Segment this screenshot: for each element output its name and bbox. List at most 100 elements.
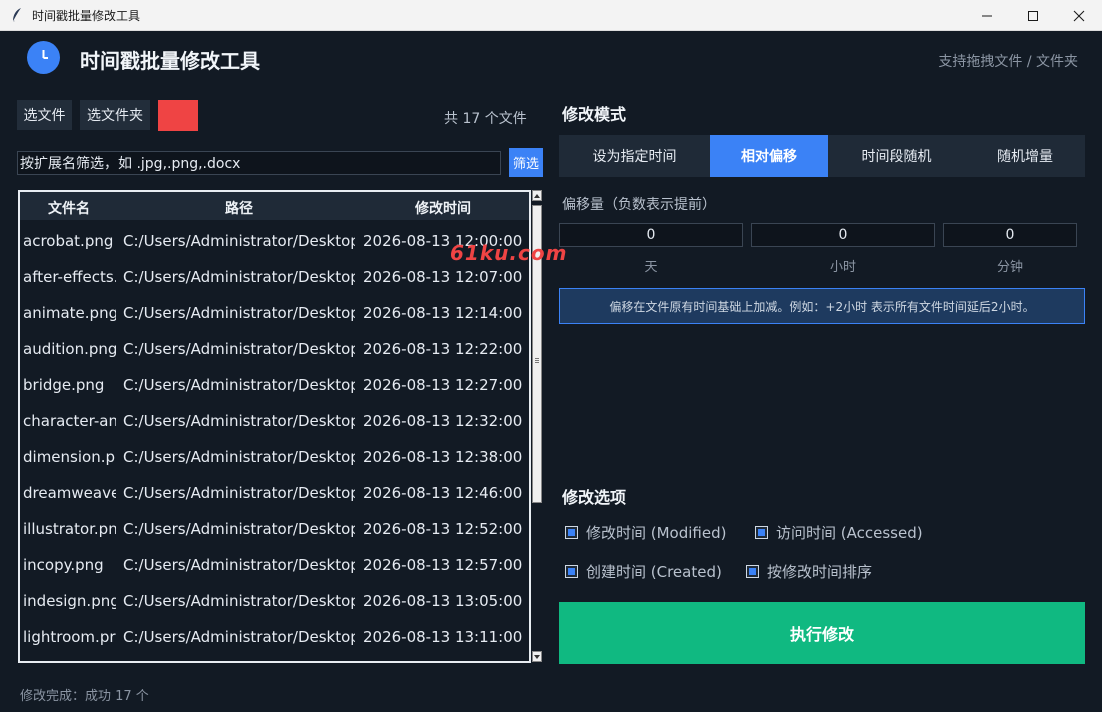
maximize-button[interactable] — [1010, 0, 1056, 31]
cell-filename: animate.png — [23, 304, 116, 322]
scroll-down-button[interactable] — [532, 651, 542, 662]
cell-filename: illustrator.pn — [23, 520, 116, 538]
table-row[interactable]: character-an C:/Users/Administrator/Desk… — [20, 402, 529, 438]
table-header: 文件名 路径 修改时间 — [20, 192, 529, 220]
file-count: 共 17 个文件 — [444, 111, 527, 127]
cell-modified: 2026-08-13 13:11:00 — [363, 628, 523, 646]
cell-filename: character-an — [23, 412, 116, 430]
clock-icon — [27, 41, 60, 74]
cell-filename: incopy.png — [23, 556, 104, 574]
app-title: 时间戳批量修改工具 — [80, 49, 260, 73]
cell-modified: 2026-08-13 12:32:00 — [363, 412, 523, 430]
modified-checkbox-label: 修改时间 (Modified) — [586, 524, 727, 542]
scroll-up-button[interactable] — [532, 190, 542, 201]
tab-set-specific-time[interactable]: 设为指定时间 — [559, 135, 710, 177]
sort-checkbox-label: 按修改时间排序 — [767, 563, 873, 581]
cell-path: C:/Users/Administrator/Desktop — [123, 340, 355, 358]
checkbox-checked-icon — [565, 565, 578, 578]
cell-modified: 2026-08-13 12:46:00 — [363, 484, 523, 502]
cell-path: C:/Users/Administrator/Desktop — [123, 268, 355, 286]
cell-modified: 2026-08-13 13:05:00 — [363, 592, 523, 610]
filter-button[interactable]: 筛选 — [509, 148, 543, 177]
table-row[interactable]: audition.png C:/Users/Administrator/Desk… — [20, 330, 529, 366]
execute-button[interactable]: 执行修改 — [559, 602, 1085, 664]
cell-modified: 2026-08-13 12:38:00 — [363, 448, 523, 466]
cell-path: C:/Users/Administrator/Desktop — [123, 628, 355, 646]
window-title: 时间戳批量修改工具 — [32, 8, 141, 23]
created-checkbox[interactable]: 创建时间 (Created) — [565, 561, 722, 582]
cell-filename: dimension.pr — [23, 448, 116, 466]
offset-label: 偏移量（负数表示提前） — [562, 197, 716, 213]
cell-filename: lightroom.pr — [23, 628, 116, 646]
select-folder-button[interactable]: 选文件夹 — [80, 100, 150, 130]
cell-modified: 2026-08-13 12:57:00 — [363, 556, 523, 574]
created-checkbox-label: 创建时间 (Created) — [586, 563, 722, 581]
cell-path: C:/Users/Administrator/Desktop — [123, 592, 355, 610]
cell-path: C:/Users/Administrator/Desktop — [123, 232, 355, 250]
options-section-title: 修改选项 — [562, 488, 627, 507]
close-button[interactable] — [1056, 0, 1102, 31]
table-row[interactable]: incopy.png C:/Users/Administrator/Deskto… — [20, 546, 529, 582]
feather-icon — [10, 7, 24, 23]
clear-button[interactable] — [158, 100, 198, 131]
table-row[interactable]: dreamweave C:/Users/Administrator/Deskto… — [20, 474, 529, 510]
cell-path: C:/Users/Administrator/Desktop — [123, 304, 355, 322]
table-row[interactable]: indesign.png C:/Users/Administrator/Desk… — [20, 582, 529, 618]
status-text: 修改完成：成功 17 个 — [20, 689, 149, 704]
extension-filter-input[interactable]: 按扩展名筛选，如 .jpg,.png,.docx — [17, 151, 501, 175]
days-unit-label: 天 — [644, 260, 658, 275]
cell-filename: indesign.png — [23, 592, 116, 610]
tab-relative-offset[interactable]: 相对偏移 — [710, 135, 828, 177]
cell-path: C:/Users/Administrator/Desktop — [123, 520, 355, 538]
cell-modified: 2026-08-13 12:27:00 — [363, 376, 523, 394]
offset-info-box: 偏移在文件原有时间基础上加减。例如：+2小时 表示所有文件时间延后2小时。 — [559, 288, 1085, 324]
mode-section-title: 修改模式 — [562, 105, 627, 124]
checkbox-checked-icon — [746, 565, 759, 578]
cell-filename: dreamweave — [23, 484, 116, 502]
cell-modified: 2026-08-13 12:07:00 — [363, 268, 523, 286]
accessed-checkbox[interactable]: 访问时间 (Accessed) — [755, 522, 923, 543]
cell-filename: audition.png — [23, 340, 116, 358]
column-header-modified[interactable]: 修改时间 — [415, 198, 471, 218]
table-row[interactable]: animate.png C:/Users/Administrator/Deskt… — [20, 294, 529, 330]
table-row[interactable]: lightroom.pr C:/Users/Administrator/Desk… — [20, 618, 529, 654]
window-titlebar: 时间戳批量修改工具 — [0, 0, 1102, 31]
table-row[interactable]: bridge.png C:/Users/Administrator/Deskto… — [20, 366, 529, 402]
chevron-down-icon — [534, 654, 540, 659]
cell-filename: acrobat.png — [23, 232, 114, 250]
minimize-icon — [982, 15, 992, 16]
table-row[interactable]: illustrator.pn C:/Users/Administrator/De… — [20, 510, 529, 546]
cell-path: C:/Users/Administrator/Desktop — [123, 448, 355, 466]
minutes-input[interactable]: 0 — [943, 223, 1077, 247]
cell-modified: 2026-08-13 12:14:00 — [363, 304, 523, 322]
cell-path: C:/Users/Administrator/Desktop — [123, 556, 355, 574]
hours-input[interactable]: 0 — [751, 223, 935, 247]
checkbox-checked-icon — [755, 526, 768, 539]
select-file-button[interactable]: 选文件 — [17, 100, 72, 130]
cell-filename: bridge.png — [23, 376, 105, 394]
table-row[interactable]: dimension.pr C:/Users/Administrator/Desk… — [20, 438, 529, 474]
column-header-filename[interactable]: 文件名 — [48, 198, 90, 218]
watermark-text: 61ku.com — [450, 241, 568, 265]
close-icon — [1073, 10, 1085, 21]
chevron-up-icon — [534, 193, 540, 198]
checkbox-checked-icon — [565, 526, 578, 539]
minutes-unit-label: 分钟 — [996, 260, 1023, 275]
sort-by-modified-checkbox[interactable]: 按修改时间排序 — [746, 561, 872, 582]
cell-path: C:/Users/Administrator/Desktop — [123, 412, 355, 430]
mode-tabs: 设为指定时间 相对偏移 时间段随机 随机增量 — [559, 135, 1085, 177]
cell-filename: after-effects. — [23, 268, 116, 286]
cell-modified: 2026-08-13 12:52:00 — [363, 520, 523, 538]
column-header-path[interactable]: 路径 — [225, 198, 253, 218]
accessed-checkbox-label: 访问时间 (Accessed) — [776, 524, 923, 542]
hours-unit-label: 小时 — [829, 260, 856, 275]
days-input[interactable]: 0 — [559, 223, 743, 247]
maximize-icon — [1028, 10, 1038, 21]
cell-modified: 2026-08-13 12:22:00 — [363, 340, 523, 358]
minimize-button[interactable] — [964, 0, 1010, 31]
cell-path: C:/Users/Administrator/Desktop — [123, 484, 355, 502]
tab-random-range[interactable]: 时间段随机 — [828, 135, 965, 177]
tab-random-increment[interactable]: 随机增量 — [965, 135, 1085, 177]
drag-hint: 支持拖拽文件 / 文件夹 — [938, 54, 1078, 70]
modified-checkbox[interactable]: 修改时间 (Modified) — [565, 522, 726, 543]
